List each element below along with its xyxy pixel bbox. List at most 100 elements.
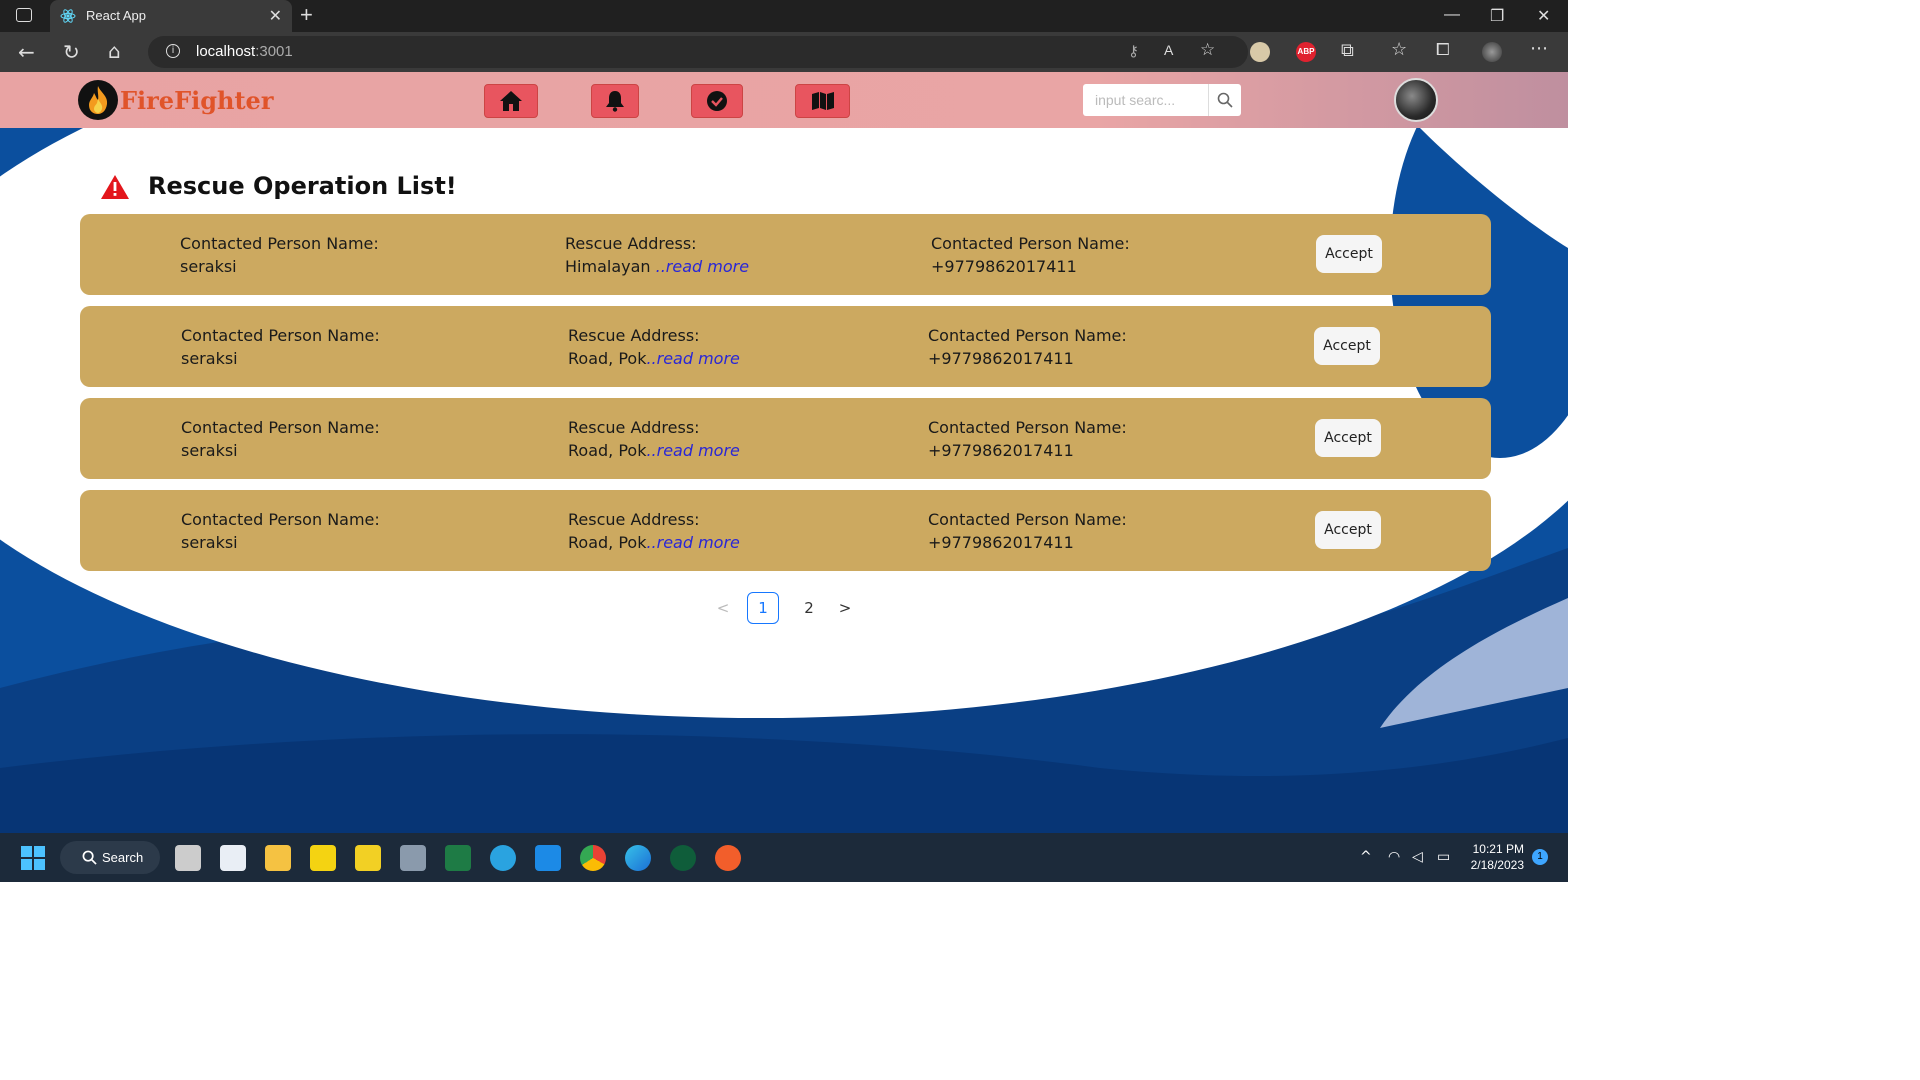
rescue-address-block: Rescue Address: Himalayan ..read more	[565, 232, 749, 278]
bell-icon	[606, 91, 624, 112]
taskbar-date: 2/18/2023	[1470, 858, 1524, 872]
taskbar-file-explorer-icon[interactable]	[265, 845, 291, 871]
nav-notifications-button[interactable]	[591, 84, 639, 118]
taskbar-app-photos-icon[interactable]	[175, 845, 201, 871]
pagination-page-1[interactable]: 1	[747, 592, 779, 624]
info-icon[interactable]: i	[166, 44, 180, 58]
taskbar-mongodb-icon[interactable]	[670, 845, 696, 871]
contact-name-label: Contacted Person Name:	[180, 234, 379, 253]
tab-close-icon[interactable]: ✕	[269, 6, 282, 25]
rescue-address-block: Rescue Address: Road, Pok..read more	[568, 508, 740, 554]
more-icon[interactable]: ⋯	[1530, 38, 1548, 59]
tray-chevron-icon[interactable]: ^	[1360, 849, 1372, 865]
taskbar-clock[interactable]: 10:21 PM 2/18/2023	[1471, 841, 1524, 873]
search-box	[1083, 84, 1241, 116]
rescue-address-block: Rescue Address: Road, Pok..read more	[568, 324, 740, 370]
taskbar-search[interactable]: Search	[60, 841, 160, 874]
taskbar: Search ^ ◠ ◁ ▭ 10:21 PM 2/18/2023 1	[0, 833, 1568, 882]
taskbar-edge-icon[interactable]	[625, 845, 651, 871]
volume-icon[interactable]: ◁	[1412, 849, 1423, 865]
rescue-address-value: Himalayan	[565, 257, 656, 276]
contact-phone-value: +9779862017411	[931, 257, 1077, 276]
contact-name-label: Contacted Person Name:	[181, 326, 380, 345]
contact-phone-label: Contacted Person Name:	[931, 234, 1130, 253]
contact-phone-block: Contacted Person Name: +9779862017411	[928, 324, 1127, 370]
battery-icon[interactable]: ▭	[1437, 849, 1450, 865]
search-button[interactable]	[1208, 84, 1241, 116]
url-text: localhost:3001	[196, 43, 293, 60]
taskbar-chrome-icon[interactable]	[580, 845, 606, 871]
read-more-link[interactable]: ..read more	[646, 441, 739, 460]
check-circle-icon	[707, 91, 727, 111]
rescue-card: Contacted Person Name: seraksi Rescue Ad…	[80, 398, 1491, 479]
restore-icon[interactable]: ❐	[1490, 6, 1504, 26]
taskbar-postman-icon[interactable]	[715, 845, 741, 871]
taskbar-search-label: Search	[102, 850, 144, 865]
key-icon[interactable]: ⚷	[1128, 42, 1139, 60]
taskbar-store-icon[interactable]	[220, 845, 246, 871]
accept-button[interactable]: Accept	[1314, 327, 1380, 365]
rescue-card: Contacted Person Name: seraksi Rescue Ad…	[80, 214, 1491, 295]
app-header: FireFighter	[0, 72, 1568, 128]
rescue-address-label: Rescue Address:	[565, 234, 697, 253]
pagination-page-2[interactable]: 2	[793, 592, 825, 624]
favorites-icon[interactable]: ☆	[1391, 39, 1407, 60]
minimize-icon[interactable]: —	[1444, 6, 1460, 24]
nav-map-button[interactable]	[795, 84, 850, 118]
main-content: Rescue Operation List! Contacted Person …	[0, 128, 1568, 833]
nav-home-button[interactable]	[484, 84, 538, 118]
contact-name-block: Contacted Person Name: seraksi	[181, 508, 380, 554]
extension-owl-icon[interactable]	[1250, 42, 1270, 62]
back-icon[interactable]: ←	[18, 40, 35, 64]
logo-text[interactable]: FireFighter	[120, 86, 273, 115]
rescue-address-label: Rescue Address:	[568, 510, 700, 529]
contact-name-value: seraksi	[181, 533, 238, 552]
windows-start-icon[interactable]	[21, 846, 45, 870]
close-window-icon[interactable]: ✕	[1537, 6, 1550, 26]
url-field[interactable]: i localhost:3001 ⚷ A ☆	[148, 36, 1248, 68]
user-avatar[interactable]	[1394, 78, 1438, 122]
wifi-icon[interactable]: ◠	[1388, 849, 1400, 865]
contact-name-block: Contacted Person Name: seraksi	[181, 324, 380, 370]
contact-phone-label: Contacted Person Name:	[928, 510, 1127, 529]
read-aloud-icon[interactable]: A	[1164, 42, 1173, 58]
collections-icon[interactable]: ⧠	[1436, 40, 1450, 60]
contact-phone-block: Contacted Person Name: +9779862017411	[928, 416, 1127, 462]
taskbar-excel-icon[interactable]	[445, 845, 471, 871]
taskbar-calculator-icon[interactable]	[400, 845, 426, 871]
taskbar-telegram-icon[interactable]	[490, 845, 516, 871]
profile-icon[interactable]	[1482, 42, 1502, 62]
home-icon	[500, 91, 522, 111]
pagination-prev-button[interactable]: <	[707, 592, 739, 624]
taskbar-sticky-notes-icon[interactable]	[310, 845, 336, 871]
contact-phone-value: +9779862017411	[928, 441, 1074, 460]
notification-badge[interactable]: 1	[1532, 849, 1548, 865]
accept-button[interactable]: Accept	[1315, 419, 1381, 457]
search-input[interactable]	[1083, 84, 1217, 116]
logo[interactable]	[78, 80, 118, 120]
adblock-icon[interactable]: ABP	[1296, 42, 1316, 62]
taskbar-time: 10:21 PM	[1472, 842, 1524, 856]
browser-tab-bar: React App ✕ + — ❐ ✕	[0, 0, 1568, 32]
add-favorite-icon[interactable]: ☆	[1200, 40, 1215, 60]
rescue-address-label: Rescue Address:	[568, 326, 700, 345]
contact-name-block: Contacted Person Name: seraksi	[180, 232, 379, 278]
pagination-next-button[interactable]: >	[829, 592, 861, 624]
taskbar-app-icon[interactable]	[355, 845, 381, 871]
read-more-link[interactable]: ..read more	[646, 533, 739, 552]
sidebar-toggle-icon[interactable]	[16, 8, 32, 22]
extensions-icon[interactable]: ⧉	[1341, 40, 1354, 61]
accept-button[interactable]: Accept	[1315, 511, 1381, 549]
accept-button[interactable]: Accept	[1316, 235, 1382, 273]
home-browser-icon[interactable]: ⌂	[108, 39, 121, 63]
contact-name-value: seraksi	[181, 349, 238, 368]
read-more-link[interactable]: ..read more	[656, 257, 749, 276]
taskbar-vscode-icon[interactable]	[535, 845, 561, 871]
contact-name-value: seraksi	[181, 441, 238, 460]
new-tab-icon[interactable]: +	[300, 2, 313, 28]
read-more-link[interactable]: ..read more	[646, 349, 739, 368]
page-title: Rescue Operation List!	[148, 172, 457, 200]
browser-tab[interactable]: React App ✕	[50, 0, 292, 32]
refresh-icon[interactable]: ↻	[63, 40, 80, 64]
nav-completed-button[interactable]	[691, 84, 743, 118]
